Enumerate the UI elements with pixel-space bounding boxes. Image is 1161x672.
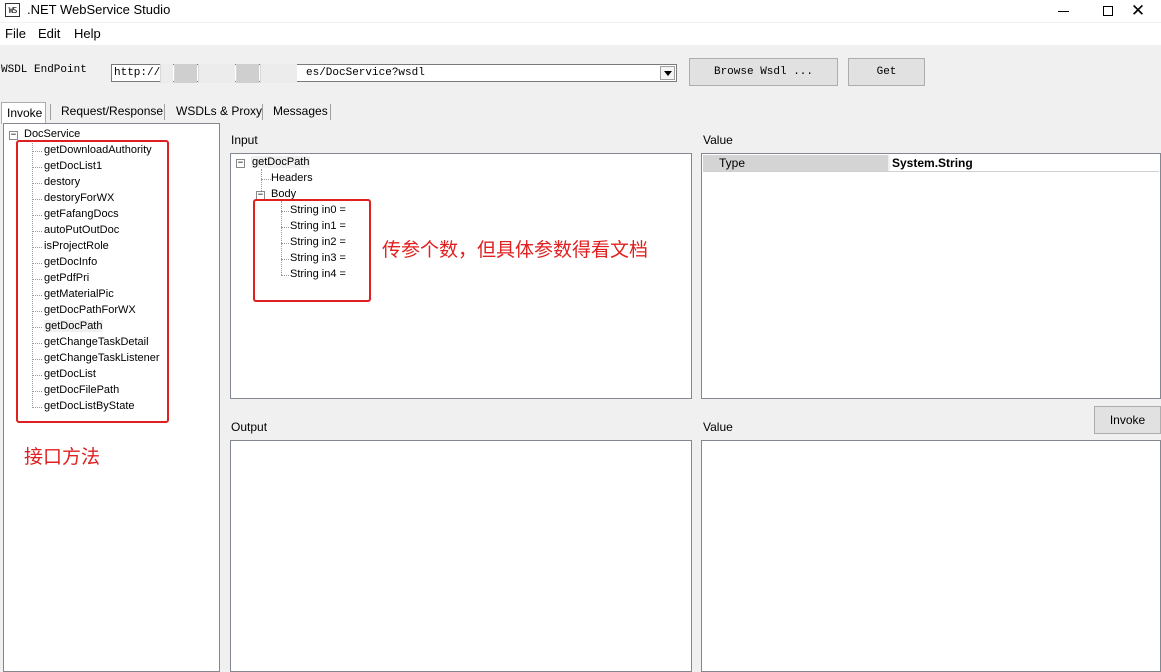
output-label: Output <box>231 420 268 434</box>
property-key: Type <box>703 155 888 171</box>
maximize-icon <box>1103 6 1113 16</box>
tab-separator <box>164 104 165 120</box>
property-value: System.String <box>892 156 973 170</box>
chevron-down-icon <box>663 70 672 76</box>
minimize-button[interactable] <box>1040 0 1086 22</box>
tab-separator <box>262 104 263 120</box>
invoke-button[interactable]: Invoke <box>1094 406 1161 434</box>
tab-messages[interactable]: Messages <box>268 101 333 122</box>
app-icon: WS <box>5 3 20 17</box>
menu-bar: File Edit Help <box>0 23 1161 45</box>
tree-root-docservice[interactable]: DocService <box>24 128 80 140</box>
property-grid-top[interactable]: Type System.String <box>701 153 1161 399</box>
property-grid-bottom[interactable] <box>701 440 1161 672</box>
minimize-icon <box>1057 10 1069 12</box>
menu-edit[interactable]: Edit <box>38 26 60 41</box>
value-label-bottom: Value <box>703 420 733 434</box>
tree-node-getdocpath[interactable]: getDocPath <box>251 156 311 168</box>
redaction-block <box>260 64 297 83</box>
endpoint-url-suffix: es/DocService?wsdl <box>306 67 425 79</box>
input-label: Input <box>231 133 258 147</box>
annotation-params-note: 传参个数，但具体参数得看文档 <box>382 240 649 261</box>
property-row[interactable]: Type System.String <box>703 155 1159 172</box>
tab-invoke[interactable]: Invoke <box>1 102 46 124</box>
tree-guide-line <box>261 179 271 180</box>
collapse-icon[interactable]: − <box>236 159 245 168</box>
browse-wsdl-button[interactable]: Browse Wsdl ... <box>689 58 838 86</box>
menu-file[interactable]: File <box>5 26 26 41</box>
close-button[interactable]: ✕ <box>1115 0 1161 22</box>
close-icon: ✕ <box>1130 0 1146 21</box>
tab-request-response[interactable]: Request/Response <box>56 101 168 122</box>
window-title: .NET WebService Studio <box>27 2 171 17</box>
value-label-top: Value <box>703 133 733 147</box>
output-tree[interactable] <box>230 440 692 672</box>
annotation-box-methods <box>16 140 169 423</box>
tree-node-headers[interactable]: Headers <box>271 172 313 184</box>
annotation-box-params <box>253 199 371 302</box>
redaction-block <box>174 64 197 83</box>
annotation-methods-note: 接口方法 <box>24 447 101 468</box>
get-button[interactable]: Get <box>848 58 925 86</box>
tab-separator <box>50 104 51 120</box>
endpoint-label: WSDL EndPoint <box>1 64 87 76</box>
redaction-block <box>160 64 173 83</box>
redaction-block <box>236 64 259 83</box>
menu-help[interactable]: Help <box>74 26 101 41</box>
redaction-block <box>198 64 235 83</box>
collapse-icon[interactable]: − <box>9 131 18 140</box>
title-bar: WS .NET WebService Studio ✕ <box>0 0 1161 22</box>
endpoint-combobox[interactable]: http://1 es/DocService?wsdl <box>111 64 677 83</box>
endpoint-url-prefix: http://1 <box>114 67 167 79</box>
endpoint-dropdown-button[interactable] <box>660 66 675 80</box>
tab-wsdls-proxy[interactable]: WSDLs & Proxy <box>171 101 267 122</box>
tab-separator <box>330 104 331 120</box>
